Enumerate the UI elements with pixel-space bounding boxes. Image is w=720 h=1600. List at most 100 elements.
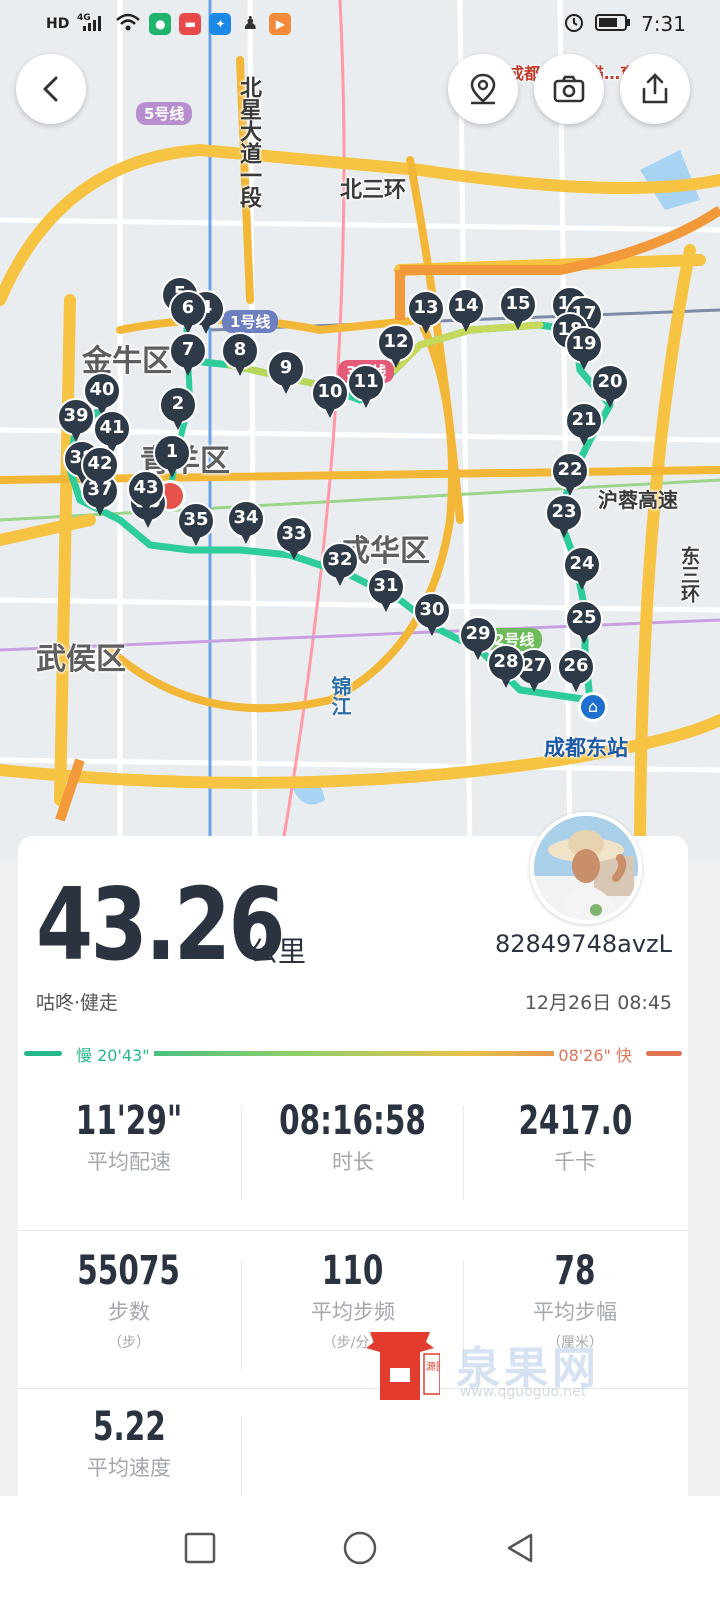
km-marker-13[interactable]: 13 <box>407 290 445 338</box>
km-marker-35[interactable]: 35 <box>177 502 215 550</box>
km-marker-23[interactable]: 23 <box>545 494 583 542</box>
stat-steps: 55075 步数 （步） <box>18 1248 240 1352</box>
divider <box>463 1106 464 1200</box>
back-icon <box>43 76 58 102</box>
stat-unit: （步） <box>108 1335 150 1351</box>
km-marker-33[interactable]: 33 <box>275 516 313 564</box>
username: 82849748avzL <box>494 930 672 958</box>
stat-value: 110 <box>322 1248 384 1294</box>
activity-date: 12月26日 08:45 <box>524 992 672 1014</box>
avatar-photo <box>534 816 638 920</box>
stat-value: 55075 <box>77 1248 181 1294</box>
watermark-url: www.qguoguo.net <box>460 1384 587 1400</box>
signal-icon: 4G <box>77 12 107 36</box>
alarm-icon <box>563 11 585 38</box>
location-icon <box>470 73 496 105</box>
battery-icon <box>595 12 631 37</box>
watermark: 源图 泉果网 www.qguoguo.net <box>360 1328 660 1408</box>
stat-value: 11'29" <box>75 1098 183 1144</box>
km-marker-8[interactable]: 8 <box>221 332 259 380</box>
stat-avg-speed: 5.22 平均速度 <box>18 1404 240 1482</box>
home-button[interactable] <box>340 1528 380 1568</box>
station-label: 成都东站 <box>544 736 628 760</box>
divider <box>241 1106 242 1200</box>
km-marker-15[interactable]: 15 <box>499 286 537 334</box>
distance-value: 43.26 <box>36 866 286 983</box>
back-button[interactable] <box>16 54 86 124</box>
home-circle-icon <box>343 1531 377 1565</box>
stat-value: 78 <box>554 1248 596 1294</box>
avatar[interactable] <box>530 812 642 924</box>
km-marker-31[interactable]: 31 <box>367 568 405 616</box>
pace-gradient-bar: 慢 20'43" 08'26" 快 <box>24 1042 682 1066</box>
stat-calories: 2417.0 千卡 <box>464 1098 686 1176</box>
divider <box>241 1416 242 1496</box>
pace-gradient-line <box>74 1051 634 1056</box>
recents-square-icon <box>184 1532 216 1564</box>
stat-label: 平均步幅 <box>533 1300 617 1324</box>
km-marker-24[interactable]: 24 <box>563 546 601 594</box>
pace-line-left <box>24 1051 62 1056</box>
back-triangle-icon <box>507 1533 533 1563</box>
qq-app-icon: ♟ <box>242 13 259 34</box>
clock-time: 7:31 <box>641 12 686 36</box>
watermark-seal: 源图 <box>426 1360 440 1373</box>
video-app-icon: ▬ <box>179 13 202 35</box>
stat-label: 平均速度 <box>87 1456 171 1480</box>
km-marker-2[interactable]: 2 <box>159 386 197 434</box>
bulb-app-icon: ✦ <box>209 13 232 35</box>
status-bar: HD 4G ● ▬ ✦ ♟ ▶ 7:31 <box>0 0 720 48</box>
stat-value: 08:16:58 <box>279 1098 427 1144</box>
distance-unit: 公里 <box>250 935 307 968</box>
km-marker-9[interactable]: 9 <box>267 350 305 398</box>
road-label-hurong: 沪蓉高速 <box>598 488 678 512</box>
km-marker-43[interactable]: 43 <box>127 470 165 518</box>
share-button[interactable] <box>620 54 690 124</box>
district-label-wuhou: 武侯区 <box>36 642 126 677</box>
stat-label: 平均配速 <box>87 1150 171 1174</box>
activity-type: 咕咚·健走 <box>36 992 119 1014</box>
km-marker-21[interactable]: 21 <box>565 402 603 450</box>
system-nav-bar <box>0 1496 720 1600</box>
recents-button[interactable] <box>180 1528 220 1568</box>
km-marker-10[interactable]: 10 <box>311 374 349 422</box>
km-marker-30[interactable]: 30 <box>413 592 451 640</box>
km-marker-34[interactable]: 34 <box>227 500 265 548</box>
wifi-icon <box>115 12 141 37</box>
km-marker-32[interactable]: 32 <box>321 542 359 590</box>
train-station-icon[interactable]: ⌂ <box>578 692 608 722</box>
share-icon <box>642 73 668 104</box>
road-label-east-ring3: 东三环 <box>678 546 700 603</box>
pace-fast-label: 08'26" 快 <box>554 1042 636 1066</box>
pace-line-right <box>646 1051 682 1056</box>
km-marker-6[interactable]: 6 <box>169 290 207 338</box>
km-marker-29[interactable]: 29 <box>459 616 497 664</box>
stat-duration: 08:16:58 时长 <box>242 1098 464 1176</box>
km-marker-25[interactable]: 25 <box>565 600 603 648</box>
stat-label: 步数 <box>108 1300 150 1324</box>
stat-value: 2417.0 <box>518 1098 632 1144</box>
stat-avg-pace: 11'29" 平均配速 <box>18 1098 240 1176</box>
network-type: 4G <box>77 13 91 23</box>
route-map[interactable]: 金牛区 青羊区 成华区 武侯区 北星大道一段 北三环 沪蓉高速 东三环 锦江 成… <box>0 0 720 860</box>
km-marker-22[interactable]: 22 <box>551 452 589 500</box>
pace-slow-label: 慢 20'43" <box>72 1042 154 1066</box>
km-marker-26[interactable]: 26 <box>557 648 595 696</box>
stat-label: 千卡 <box>554 1150 596 1174</box>
stat-label: 平均步频 <box>311 1300 395 1324</box>
km-marker-42[interactable]: 42 <box>81 446 119 494</box>
player-app-icon: ▶ <box>269 13 292 35</box>
wechat-app-icon: ● <box>149 13 172 35</box>
camera-button[interactable] <box>534 54 604 124</box>
km-marker-14[interactable]: 14 <box>447 288 485 336</box>
watermark-logo: 源图 <box>366 1332 440 1400</box>
hd-icon: HD <box>46 16 70 32</box>
river-label-jinjiang: 锦江 <box>328 676 352 716</box>
divider <box>241 1260 242 1370</box>
divider <box>18 1230 688 1231</box>
km-marker-7[interactable]: 7 <box>169 332 207 380</box>
locate-button[interactable] <box>448 54 518 124</box>
nav-back-button[interactable] <box>500 1528 540 1568</box>
stat-label: 时长 <box>332 1150 374 1174</box>
stat-value: 5.22 <box>92 1404 166 1450</box>
